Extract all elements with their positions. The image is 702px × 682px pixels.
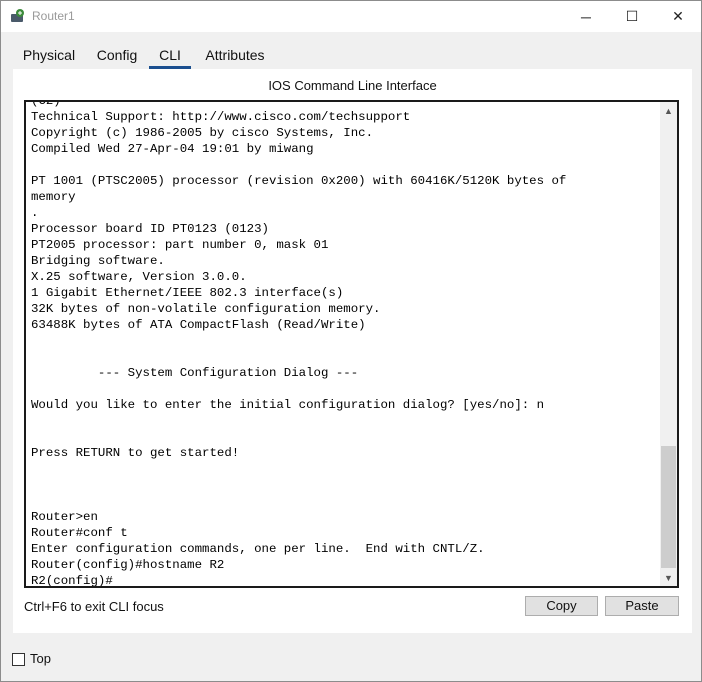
window-title: Router1 [32, 9, 75, 23]
tab-config[interactable]: Config [87, 44, 147, 69]
terminal-line: X.25 software, Version 3.0.0. [31, 270, 247, 284]
terminal-line: --- System Configuration Dialog --- [31, 366, 359, 380]
terminal-scrollbar[interactable]: ▲ ▼ [660, 102, 677, 586]
tab-cli[interactable]: CLI [149, 44, 191, 69]
tab-attributes[interactable]: Attributes [195, 44, 275, 69]
terminal-line: Press RETURN to get started! [31, 446, 240, 460]
scroll-thumb[interactable] [661, 446, 676, 568]
terminal-line: R2(config)# [31, 574, 113, 588]
terminal-line: Router#conf t [31, 526, 128, 540]
terminal-line: memory [31, 190, 76, 204]
top-checkbox-label: Top [30, 651, 51, 666]
terminal-line: Technical Support: http://www.cisco.com/… [31, 110, 411, 124]
cli-focus-hint: Ctrl+F6 to exit CLI focus [24, 599, 164, 614]
cli-panel: IOS Command Line Interface (C2) Technical… [13, 69, 692, 633]
terminal-line: Bridging software. [31, 254, 165, 268]
scroll-up-arrow-icon[interactable]: ▲ [660, 102, 677, 119]
title-bar: Router1 ─ ☐ ✕ [1, 1, 701, 32]
terminal-line: Compiled Wed 27-Apr-04 19:01 by miwang [31, 142, 314, 156]
paste-button[interactable]: Paste [605, 596, 679, 616]
tab-physical[interactable]: Physical [13, 44, 85, 69]
minimize-button[interactable]: ─ [563, 1, 609, 32]
terminal-line: 1 Gigabit Ethernet/IEEE 802.3 interface(… [31, 286, 344, 300]
scroll-down-arrow-icon[interactable]: ▼ [660, 569, 677, 586]
terminal-line: (C2) [31, 100, 61, 108]
terminal-line: Copyright (c) 1986-2005 by cisco Systems… [31, 126, 374, 140]
router-icon [10, 8, 26, 24]
close-button[interactable]: ✕ [655, 1, 701, 32]
cli-panel-title: IOS Command Line Interface [268, 78, 437, 93]
tab-bar: Physical Config CLI Attributes [13, 44, 673, 69]
copy-button[interactable]: Copy [525, 596, 598, 616]
terminal-line: . [31, 206, 39, 220]
terminal-line: Would you like to enter the initial conf… [31, 398, 545, 412]
terminal-line: PT 1001 (PTSC2005) processor (revision 0… [31, 174, 567, 188]
router-window: Router1 ─ ☐ ✕ Physical Config CLI Attrib… [0, 0, 702, 682]
terminal-line: Router>en [31, 510, 98, 524]
terminal-line: PT2005 processor: part number 0, mask 01 [31, 238, 329, 252]
top-checkbox[interactable] [12, 653, 25, 666]
terminal-line: Enter configuration commands, one per li… [31, 542, 485, 556]
terminal-line: 32K bytes of non-volatile configuration … [31, 302, 381, 316]
terminal-output: (C2) Technical Support: http://www.cisco.… [31, 100, 651, 588]
maximize-button[interactable]: ☐ [609, 1, 655, 32]
terminal-line: Processor board ID PT0123 (0123) [31, 222, 269, 236]
terminal-line: Router(config)#hostname R2 [31, 558, 225, 572]
cli-terminal[interactable]: (C2) Technical Support: http://www.cisco.… [24, 100, 679, 588]
terminal-line: 63488K bytes of ATA CompactFlash (Read/W… [31, 318, 366, 332]
